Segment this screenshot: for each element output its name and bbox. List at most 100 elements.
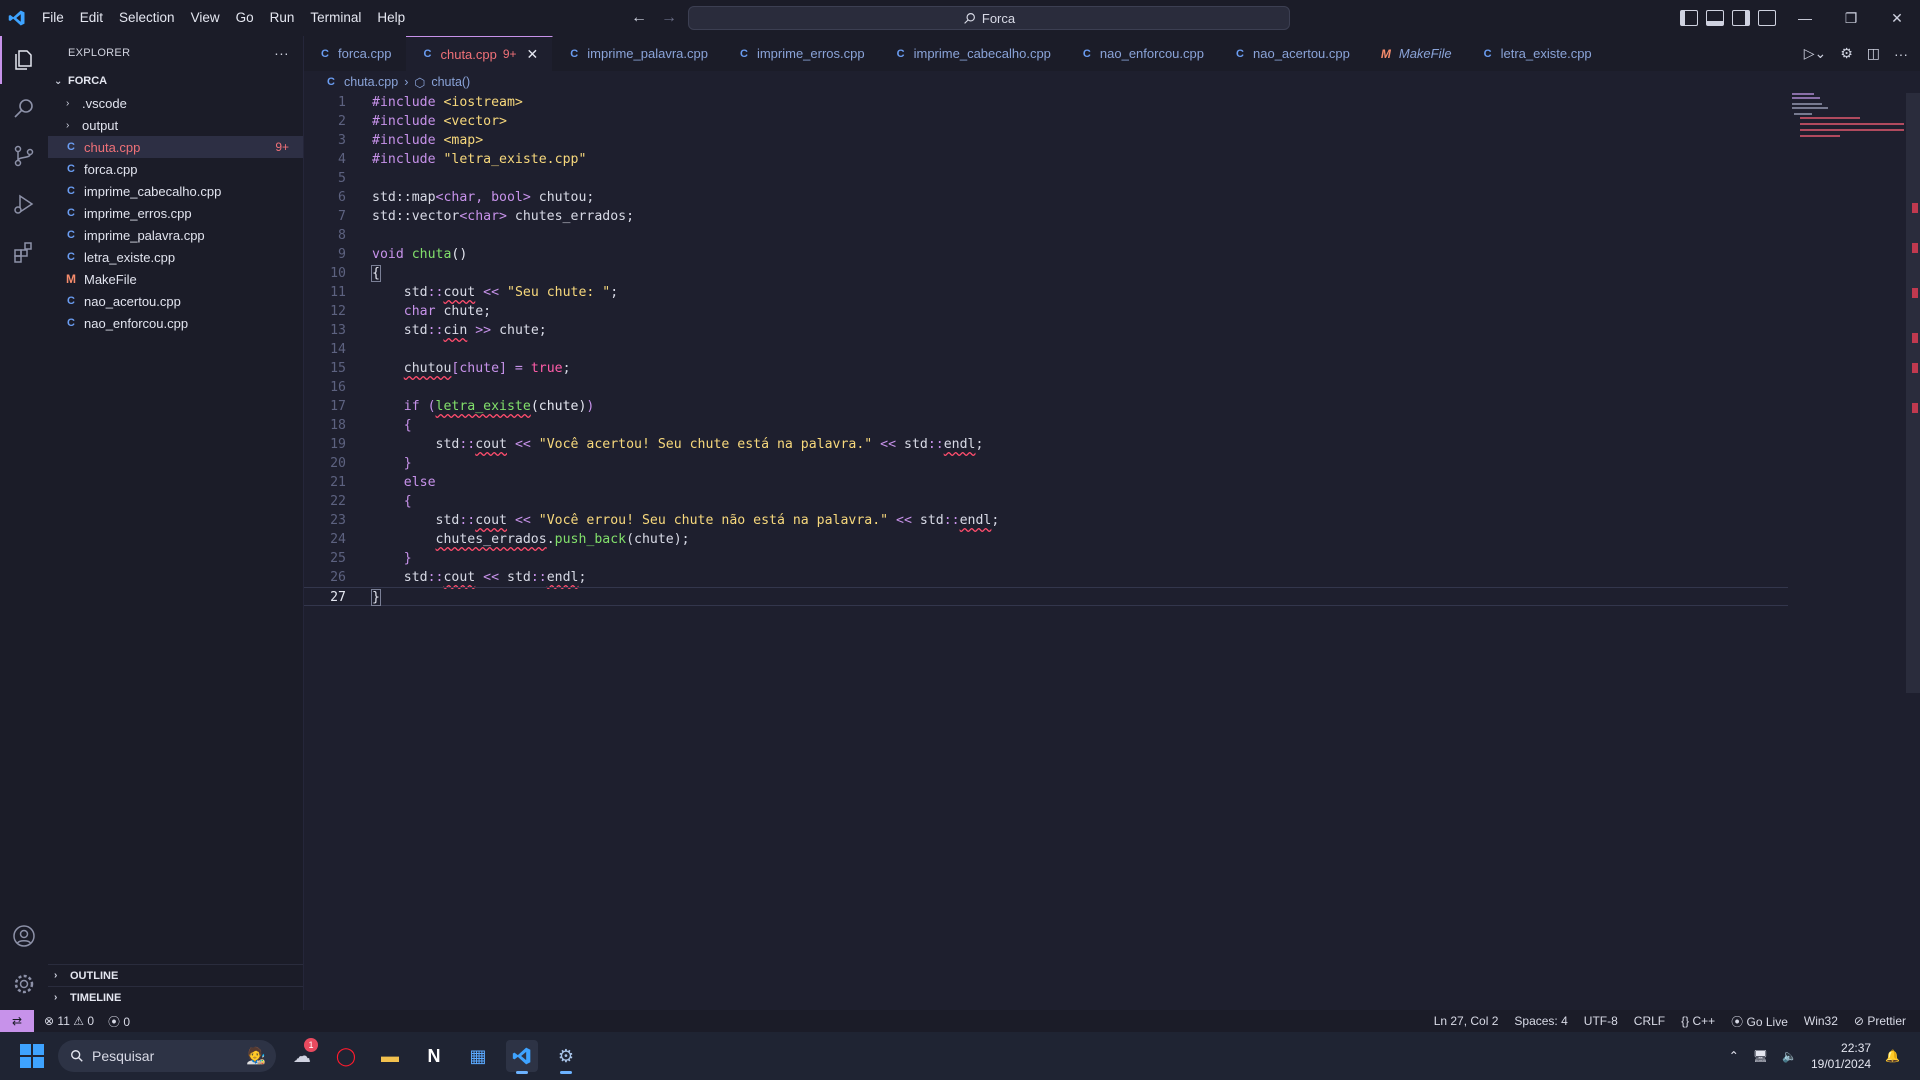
file-imprime-palavra-cpp[interactable]: C imprime_palavra.cpp xyxy=(48,224,303,246)
file-imprime-cabecalho-cpp[interactable]: C imprime_cabecalho.cpp xyxy=(48,180,303,202)
close-tab-icon[interactable]: ✕ xyxy=(527,46,539,63)
code-text: { xyxy=(372,494,412,509)
prettier-status[interactable]: ⊘ Prettier xyxy=(1854,1014,1906,1028)
file-explorer-icon[interactable]: ▬ xyxy=(374,1040,406,1072)
explorer-icon[interactable] xyxy=(12,48,36,72)
search-view-icon[interactable] xyxy=(12,96,36,120)
code-text: std::map<char, bool> chutou; xyxy=(372,190,595,205)
file-makefile[interactable]: M MakeFile xyxy=(48,268,303,290)
file-letra-existe-cpp[interactable]: C letra_existe.cpp xyxy=(48,246,303,268)
toggle-panel-icon[interactable] xyxy=(1706,10,1724,26)
menu-file[interactable]: File xyxy=(34,5,72,31)
menu-help[interactable]: Help xyxy=(369,5,413,31)
settings-gear-icon[interactable] xyxy=(12,972,36,996)
menu-run[interactable]: Run xyxy=(262,5,303,31)
explorer-sidebar: EXPLORER ··· ⌄ FORCA › .vscode › output … xyxy=(48,36,304,1010)
split-editor-icon[interactable]: ◫ xyxy=(1867,45,1880,62)
network-icon[interactable]: 🖥 xyxy=(1753,1049,1768,1063)
explorer-title: EXPLORER xyxy=(68,47,131,59)
menu-edit[interactable]: Edit xyxy=(72,5,111,31)
file-nao-enforcou-cpp[interactable]: C nao_enforcou.cpp xyxy=(48,312,303,334)
menu-view[interactable]: View xyxy=(183,5,228,31)
toggle-secondary-sidebar-icon[interactable] xyxy=(1732,10,1750,26)
tab-imprime-erros-cpp[interactable]: C imprime_erros.cpp xyxy=(723,36,880,71)
notion-icon[interactable]: N xyxy=(418,1040,450,1072)
volume-icon[interactable]: 🔈 xyxy=(1782,1049,1797,1063)
run-file-icon[interactable]: ▷⌄ xyxy=(1804,45,1827,62)
extensions-icon[interactable] xyxy=(12,240,36,264)
breadcrumb-file[interactable]: chuta.cpp xyxy=(344,75,398,89)
account-icon[interactable] xyxy=(12,924,36,948)
settings-icon[interactable]: ⚙ xyxy=(1840,45,1853,62)
calculator-icon[interactable]: ▦ xyxy=(462,1040,494,1072)
more-actions-icon[interactable]: ··· xyxy=(1894,46,1908,62)
tab-nao-enforcou-cpp[interactable]: C nao_enforcou.cpp xyxy=(1066,36,1219,71)
file-nao-acertou-cpp[interactable]: C nao_acertou.cpp xyxy=(48,290,303,312)
command-center-search[interactable]: Forca xyxy=(688,6,1290,30)
clock[interactable]: 22:37 19/01/2024 xyxy=(1811,1040,1871,1072)
outline-section[interactable]: › OUTLINE xyxy=(48,964,303,986)
code-line: 26 std::cout << std::endl; xyxy=(304,568,1784,587)
forward-arrow-icon[interactable]: → xyxy=(658,9,680,27)
remote-indicator-icon[interactable]: ⇄ xyxy=(0,1010,34,1032)
menu-go[interactable]: Go xyxy=(228,5,262,31)
command-center-label: Forca xyxy=(981,10,1016,26)
tab-letra-existe-cpp[interactable]: C letra_existe.cpp xyxy=(1467,36,1607,71)
menu-terminal[interactable]: Terminal xyxy=(302,5,369,31)
run-debug-icon[interactable] xyxy=(12,192,36,216)
code-text: #include <vector> xyxy=(372,114,507,129)
go-live-button[interactable]: ⦿ Go Live xyxy=(1731,1013,1788,1030)
windows-start-icon[interactable] xyxy=(20,1044,44,1068)
file-label: MakeFile xyxy=(84,271,137,287)
tab-chuta-cpp[interactable]: C chuta.cpp 9+ ✕ xyxy=(406,36,554,71)
folder-output[interactable]: › output xyxy=(48,114,303,136)
menu-selection[interactable]: Selection xyxy=(111,5,183,31)
language-mode[interactable]: {} C++ xyxy=(1681,1014,1715,1028)
weather-icon[interactable]: ☁ 1 xyxy=(286,1038,318,1072)
code-editor[interactable]: 1 #include <iostream> 2 #include <vector> … xyxy=(304,93,1788,1010)
indentation[interactable]: Spaces: 4 xyxy=(1514,1014,1567,1028)
vscode-logo-icon[interactable] xyxy=(0,0,34,36)
customize-layout-icon[interactable] xyxy=(1758,10,1776,26)
more-actions-icon[interactable]: ··· xyxy=(274,45,289,61)
tab-imprime-palavra-cpp[interactable]: C imprime_palavra.cpp xyxy=(553,36,723,71)
toggle-primary-sidebar-icon[interactable] xyxy=(1680,10,1698,26)
restore-icon[interactable]: ❐ xyxy=(1828,0,1874,36)
problems-indicator[interactable]: ⊗ 11 ⚠ 0 xyxy=(44,1014,94,1028)
ports-indicator[interactable]: ⦿ 0 xyxy=(108,1013,130,1030)
minimap[interactable] xyxy=(1792,93,1904,153)
error-marker xyxy=(1912,333,1918,343)
tab-forca-cpp[interactable]: C forca.cpp xyxy=(304,36,407,71)
code-line: 5 xyxy=(304,169,1784,188)
back-arrow-icon[interactable]: ← xyxy=(628,9,650,27)
double-check-icon: ⊘ xyxy=(1853,1014,1864,1028)
taskbar-search[interactable]: Pesquisar 🧑‍🎨 xyxy=(58,1040,276,1072)
cursor-position[interactable]: Ln 27, Col 2 xyxy=(1434,1014,1499,1028)
file-imprime-erros-cpp[interactable]: C imprime_erros.cpp xyxy=(48,202,303,224)
file-encoding[interactable]: UTF-8 xyxy=(1584,1014,1618,1028)
notification-bell-icon[interactable]: 🔔 xyxy=(1885,1049,1900,1063)
project-folder-header[interactable]: ⌄ FORCA xyxy=(48,70,303,92)
vscode-taskbar-icon[interactable] xyxy=(506,1040,538,1074)
breadcrumb-symbol[interactable]: chuta() xyxy=(431,75,470,89)
timeline-section[interactable]: › TIMELINE xyxy=(48,986,303,1008)
close-window-icon[interactable]: ✕ xyxy=(1874,0,1920,36)
chevron-up-icon[interactable]: ⌃ xyxy=(1729,1049,1739,1063)
window-controls: — ❐ ✕ xyxy=(1782,0,1920,36)
settings-app-icon[interactable]: ⚙ xyxy=(550,1040,582,1074)
opera-browser-icon[interactable]: ◯ xyxy=(330,1040,362,1072)
folder-vscode[interactable]: › .vscode xyxy=(48,92,303,114)
code-text: std::cout << "Seu chute: "; xyxy=(372,285,619,300)
platform[interactable]: Win32 xyxy=(1804,1014,1838,1028)
search-highlight-icon: 🧑‍🎨 xyxy=(246,1048,266,1065)
file-chuta-cpp[interactable]: C chuta.cpp 9+ xyxy=(48,136,303,158)
tab-label: imprime_erros.cpp xyxy=(756,46,865,61)
tab-imprime-cabecalho-cpp[interactable]: C imprime_cabecalho.cpp xyxy=(880,36,1066,71)
file-forca-cpp[interactable]: C forca.cpp xyxy=(48,158,303,180)
tab-nao-acertou-cpp[interactable]: C nao_acertou.cpp xyxy=(1219,36,1365,71)
editor-scrollbar[interactable] xyxy=(1906,93,1920,693)
source-control-icon[interactable] xyxy=(12,144,36,168)
tab-makefile[interactable]: M MakeFile xyxy=(1365,36,1467,71)
minimize-icon[interactable]: — xyxy=(1782,0,1828,36)
end-of-line[interactable]: CRLF xyxy=(1634,1014,1665,1028)
